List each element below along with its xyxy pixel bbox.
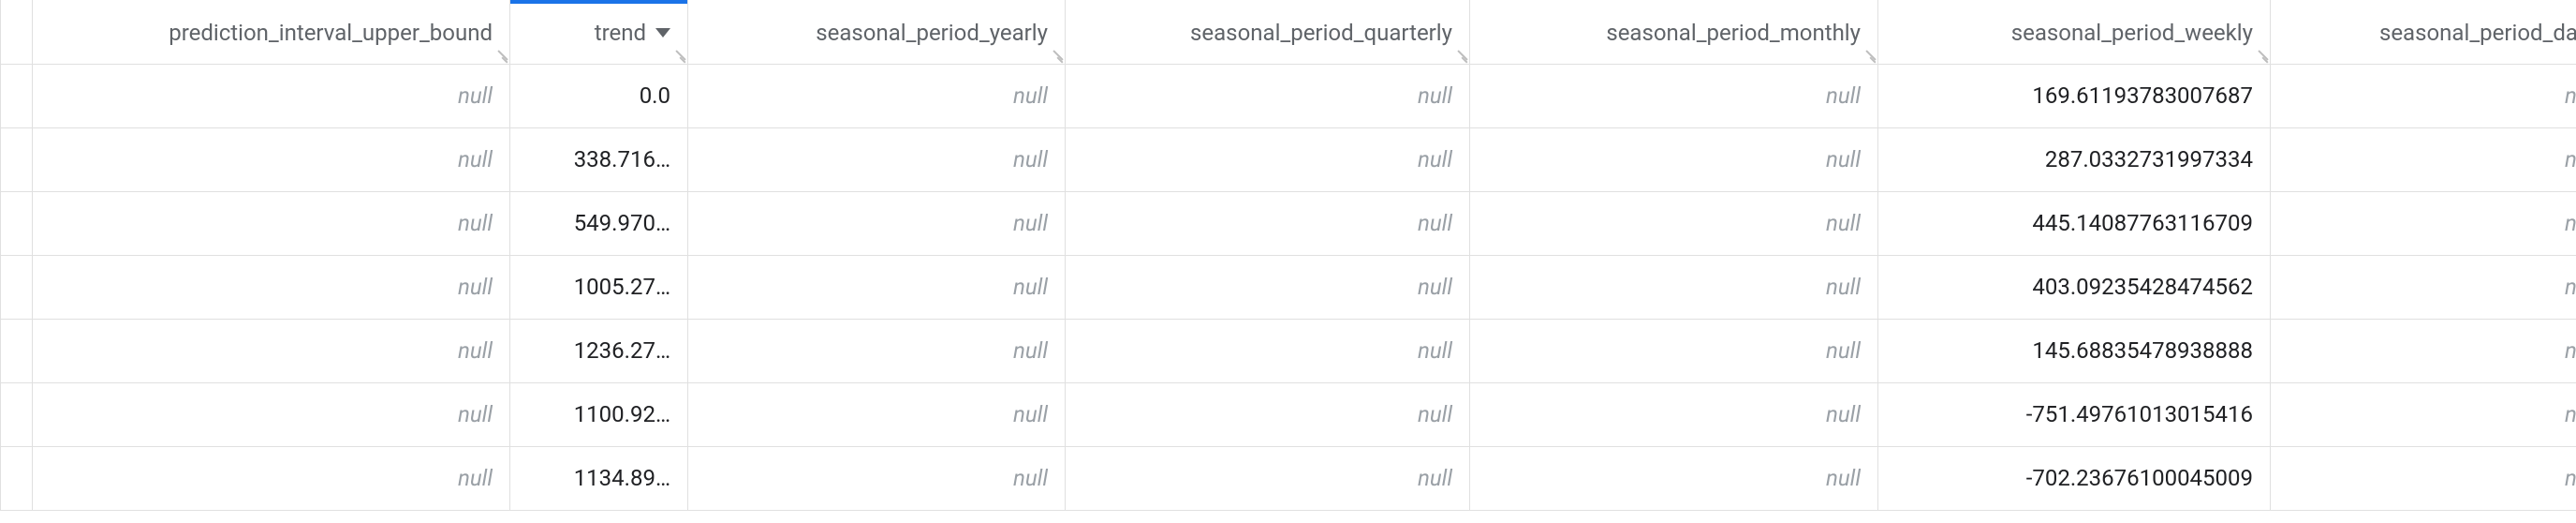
column-header-seasonal_period_yearly[interactable]: seasonal_period_yearly bbox=[688, 0, 1066, 64]
cell-seasonal_period_quarterly: null bbox=[1066, 127, 1470, 191]
row-stub-cell bbox=[1, 382, 33, 446]
cell-seasonal_period_yearly: null bbox=[688, 382, 1066, 446]
cell-prediction_interval_upper_bound: null bbox=[33, 64, 510, 127]
table-row: null1100.92…nullnullnull-751.49761013015… bbox=[1, 382, 2576, 446]
table-row: null1134.89…nullnullnull-702.23676100045… bbox=[1, 446, 2576, 510]
row-stub-cell bbox=[1, 64, 33, 127]
cell-seasonal_period_quarterly: null bbox=[1066, 319, 1470, 382]
column-resize-handle[interactable] bbox=[669, 45, 685, 62]
cell-seasonal_period_monthly: null bbox=[1470, 255, 1878, 319]
cell-seasonal_period_daily: null bbox=[2271, 446, 2576, 510]
results-table: prediction_interval_upper_bound trend seas… bbox=[0, 0, 2576, 511]
cell-trend: 1005.27… bbox=[510, 255, 688, 319]
cell-seasonal_period_quarterly: null bbox=[1066, 382, 1470, 446]
table-row: null1236.27…nullnullnull145.688354789388… bbox=[1, 319, 2576, 382]
cell-trend: 1236.27… bbox=[510, 319, 688, 382]
column-header-label: seasonal_period_yearly bbox=[816, 20, 1048, 46]
column-resize-handle[interactable] bbox=[1046, 45, 1063, 62]
cell-seasonal_period_daily: null bbox=[2271, 382, 2576, 446]
cell-seasonal_period_monthly: null bbox=[1470, 446, 1878, 510]
column-resize-handle[interactable] bbox=[1859, 45, 1876, 62]
cell-seasonal_period_daily: null bbox=[2271, 319, 2576, 382]
cell-prediction_interval_upper_bound: null bbox=[33, 382, 510, 446]
cell-seasonal_period_quarterly: null bbox=[1066, 446, 1470, 510]
column-header-stub bbox=[1, 0, 33, 64]
column-header-label: seasonal_period_daily bbox=[2379, 20, 2576, 46]
column-header-label: prediction_interval_upper_bound bbox=[169, 20, 493, 46]
cell-seasonal_period_quarterly: null bbox=[1066, 255, 1470, 319]
column-header-prediction_interval_upper_bound[interactable]: prediction_interval_upper_bound bbox=[33, 0, 510, 64]
cell-seasonal_period_monthly: null bbox=[1470, 319, 1878, 382]
cell-seasonal_period_quarterly: null bbox=[1066, 191, 1470, 255]
cell-prediction_interval_upper_bound: null bbox=[33, 446, 510, 510]
cell-trend: 1134.89… bbox=[510, 446, 688, 510]
cell-prediction_interval_upper_bound: null bbox=[33, 127, 510, 191]
cell-prediction_interval_upper_bound: null bbox=[33, 191, 510, 255]
cell-seasonal_period_weekly: 169.61193783007687 bbox=[1878, 64, 2271, 127]
cell-seasonal_period_quarterly: null bbox=[1066, 64, 1470, 127]
cell-seasonal_period_monthly: null bbox=[1470, 64, 1878, 127]
column-resize-handle[interactable] bbox=[2251, 45, 2268, 62]
cell-seasonal_period_yearly: null bbox=[688, 64, 1066, 127]
column-header-label: seasonal_period_quarterly bbox=[1190, 20, 1452, 46]
column-header-seasonal_period_weekly[interactable]: seasonal_period_weekly bbox=[1878, 0, 2271, 64]
column-resize-handle[interactable] bbox=[1450, 45, 1467, 62]
column-header-label: seasonal_period_monthly bbox=[1606, 20, 1861, 46]
row-stub-cell bbox=[1, 255, 33, 319]
cell-trend: 0.0 bbox=[510, 64, 688, 127]
cell-seasonal_period_yearly: null bbox=[688, 319, 1066, 382]
cell-seasonal_period_yearly: null bbox=[688, 191, 1066, 255]
row-stub-cell bbox=[1, 191, 33, 255]
column-header-label: seasonal_period_weekly bbox=[2011, 20, 2253, 46]
table-row: null1005.27…nullnullnull403.092354284745… bbox=[1, 255, 2576, 319]
table-header-row: prediction_interval_upper_bound trend seas… bbox=[1, 0, 2576, 64]
cell-seasonal_period_weekly: 403.09235428474562 bbox=[1878, 255, 2271, 319]
cell-trend: 1100.92… bbox=[510, 382, 688, 446]
column-header-label: trend bbox=[595, 20, 646, 46]
column-header-seasonal_period_daily[interactable]: seasonal_period_daily bbox=[2271, 0, 2576, 64]
table-row: null549.970…nullnullnull445.140877631167… bbox=[1, 191, 2576, 255]
cell-prediction_interval_upper_bound: null bbox=[33, 319, 510, 382]
column-header-trend[interactable]: trend bbox=[510, 0, 688, 64]
cell-seasonal_period_daily: null bbox=[2271, 64, 2576, 127]
cell-seasonal_period_yearly: null bbox=[688, 446, 1066, 510]
cell-seasonal_period_monthly: null bbox=[1470, 191, 1878, 255]
cell-seasonal_period_weekly: 145.68835478938888 bbox=[1878, 319, 2271, 382]
column-header-seasonal_period_monthly[interactable]: seasonal_period_monthly bbox=[1470, 0, 1878, 64]
column-resize-handle[interactable] bbox=[491, 45, 508, 62]
cell-trend: 549.970… bbox=[510, 191, 688, 255]
cell-seasonal_period_yearly: null bbox=[688, 255, 1066, 319]
cell-seasonal_period_daily: null bbox=[2271, 191, 2576, 255]
cell-seasonal_period_weekly: 445.14087763116709 bbox=[1878, 191, 2271, 255]
row-stub-cell bbox=[1, 319, 33, 382]
cell-seasonal_period_weekly: -702.23676100045009 bbox=[1878, 446, 2271, 510]
sort-desc-icon bbox=[655, 28, 670, 37]
table-row: null338.716…nullnullnull287.033273199733… bbox=[1, 127, 2576, 191]
table-row: null0.0nullnullnull169.61193783007687nul… bbox=[1, 64, 2576, 127]
row-stub-cell bbox=[1, 127, 33, 191]
cell-prediction_interval_upper_bound: null bbox=[33, 255, 510, 319]
column-header-seasonal_period_quarterly[interactable]: seasonal_period_quarterly bbox=[1066, 0, 1470, 64]
cell-seasonal_period_weekly: -751.49761013015416 bbox=[1878, 382, 2271, 446]
cell-seasonal_period_daily: null bbox=[2271, 255, 2576, 319]
cell-seasonal_period_yearly: null bbox=[688, 127, 1066, 191]
cell-seasonal_period_monthly: null bbox=[1470, 382, 1878, 446]
row-stub-cell bbox=[1, 446, 33, 510]
cell-seasonal_period_monthly: null bbox=[1470, 127, 1878, 191]
cell-seasonal_period_weekly: 287.0332731997334 bbox=[1878, 127, 2271, 191]
cell-trend: 338.716… bbox=[510, 127, 688, 191]
cell-seasonal_period_daily: null bbox=[2271, 127, 2576, 191]
